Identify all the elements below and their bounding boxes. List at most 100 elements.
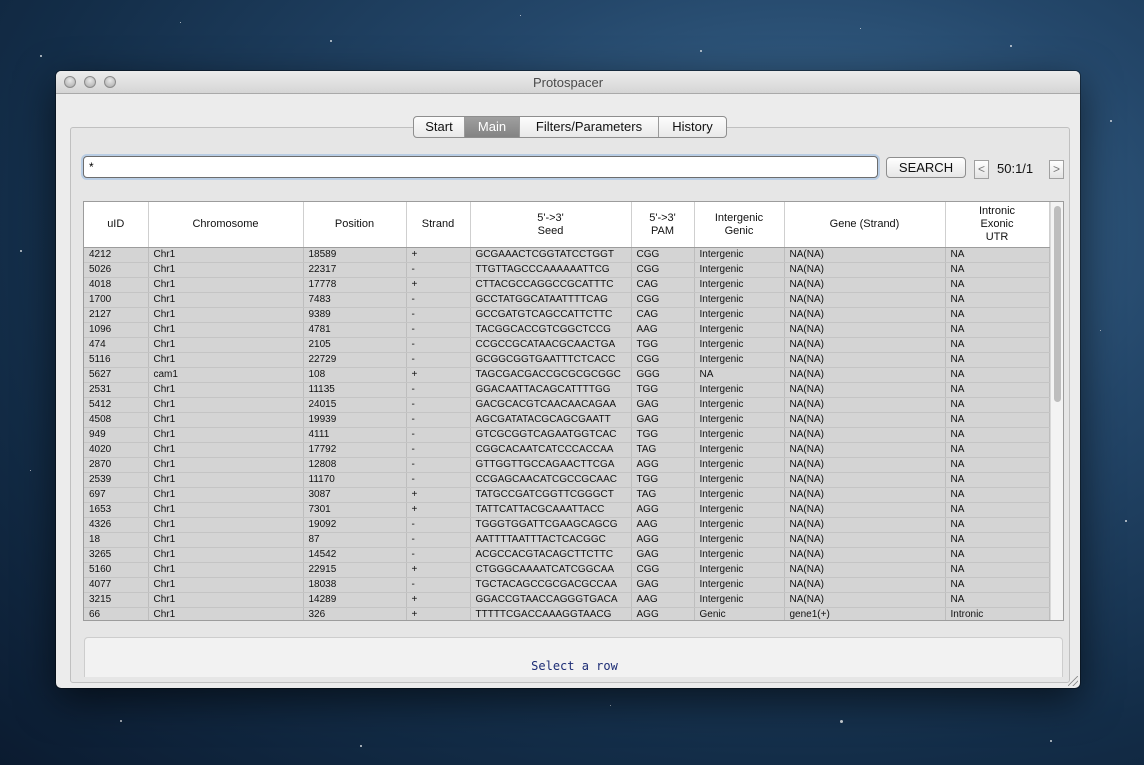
table-row[interactable]: 1653 Chr1 7301 + TATTCATTACGCAAATTACC AGG Inte… xyxy=(84,502,1050,518)
table-cell: GAG xyxy=(631,397,695,413)
table-cell: + xyxy=(406,277,471,293)
table-cell: cam1 xyxy=(148,367,304,383)
table-row[interactable]: 4212 Chr1 18589 + GCGAAACTCGGTATCCTGGT CGG Int… xyxy=(84,247,1050,263)
column-header-intergenic-genic[interactable]: Intergenic Genic xyxy=(694,202,785,248)
table-row[interactable]: 66 Chr1 326 + TTTTTCGACCAAAGGTAACG AGG Genic ge… xyxy=(84,607,1050,620)
table-cell: - xyxy=(406,412,471,428)
table-row[interactable]: 1096 Chr1 4781- TACGGCACCGTCGGCTCCG AAG Inter… xyxy=(84,322,1050,338)
table-cell: Chr1 xyxy=(148,247,304,263)
table-cell: 14542 xyxy=(303,547,407,563)
table-cell: NA xyxy=(945,262,1050,278)
details-panel: Select a row xyxy=(84,637,1063,677)
column-header-label: uID xyxy=(107,218,125,230)
table-cell: GAG xyxy=(631,577,695,593)
column-header-label: 5'->3' PAM xyxy=(649,211,676,237)
table-row[interactable]: 18 Chr1 87- AATTTTAATTTACTCACGGC AGG Intergen… xyxy=(84,532,1050,548)
table-cell: - xyxy=(406,322,471,338)
table-cell: Intergenic xyxy=(694,247,785,263)
table-row[interactable]: 5412 Chr1 24015- GACGCACGTCAACAACAGAA GAG Int… xyxy=(84,397,1050,413)
table-row[interactable]: 5026 Chr1 22317- TTGTTAGCCCAAAAAATTCG CGG Int… xyxy=(84,262,1050,278)
table-row[interactable]: 3265 Chr1 14542- ACGCCACGTACAGCTTCTTC GAG Int… xyxy=(84,547,1050,563)
column-header-pam[interactable]: 5'->3' PAM xyxy=(631,202,695,248)
table-row[interactable]: 2870 Chr1 12808- GTTGGTTGCCAGAACTTCGA AGG Int… xyxy=(84,457,1050,473)
tab-filters-parameters[interactable]: Filters/Parameters xyxy=(520,117,659,137)
table-cell: NA(NA) xyxy=(784,592,946,608)
table-cell: 17792 xyxy=(303,442,407,458)
table-cell: Chr1 xyxy=(148,547,304,563)
table-cell: TAG xyxy=(631,487,695,503)
table-cell: NA(NA) xyxy=(784,487,946,503)
table-row[interactable]: 5116 Chr1 22729- GCGGCGGTGAATTTCTCACC CGG Int… xyxy=(84,352,1050,368)
vertical-scrollbar[interactable] xyxy=(1050,202,1063,620)
table-cell: Chr1 xyxy=(148,427,304,443)
table-row[interactable]: 1700 Chr1 7483- GCCTATGGCATAATTTTCAG CGG Inte… xyxy=(84,292,1050,308)
table-cell: NA xyxy=(945,427,1050,443)
column-header-gene-strand[interactable]: Gene (Strand) xyxy=(784,202,946,248)
tab-main[interactable]: Main xyxy=(465,117,520,137)
search-button[interactable]: SEARCH xyxy=(886,157,966,178)
table-row[interactable]: 2531 Chr1 11135- GGACAATTACAGCATTTTGG TGG Int… xyxy=(84,382,1050,398)
table-cell: GAG xyxy=(631,547,695,563)
table-row[interactable]: 2539 Chr1 11170- CCGAGCAACATCGCCGCAAC TGG Int… xyxy=(84,472,1050,488)
table-cell: NA xyxy=(945,577,1050,593)
column-header-uid[interactable]: uID xyxy=(84,202,149,248)
table-cell: GACGCACGTCAACAACAGAA xyxy=(470,397,632,413)
tab-start[interactable]: Start xyxy=(414,117,465,137)
table-row[interactable]: 5160 Chr1 22915 + CTGGGCAAAATCATCGGCAA CGG Int… xyxy=(84,562,1050,578)
table-cell: + xyxy=(406,487,471,503)
previous-page-button[interactable]: < xyxy=(974,160,989,179)
column-header-label: Chromosome xyxy=(192,218,259,230)
table-cell: NA xyxy=(945,517,1050,533)
table-cell: Chr1 xyxy=(148,397,304,413)
column-header-chromosome[interactable]: Chromosome xyxy=(148,202,304,248)
search-input[interactable] xyxy=(83,156,878,178)
table-row[interactable]: 4020 Chr1 17792- CGGCACAATCATCCCACCAA TAG Int… xyxy=(84,442,1050,458)
table-cell: NA xyxy=(945,307,1050,323)
table-row[interactable]: 697 Chr1 3087 + TATGCCGATCGGTTCGGGCT TAG Inter… xyxy=(84,487,1050,503)
table-cell: Chr1 xyxy=(148,352,304,368)
table-cell: TATTCATTACGCAAATTACC xyxy=(470,502,632,518)
table-cell: 4781 xyxy=(303,322,407,338)
resize-grip[interactable] xyxy=(1068,676,1078,686)
table-cell: 5627 xyxy=(84,367,149,383)
table-row[interactable]: 2127 Chr1 9389- GCCGATGTCAGCCATTCTTC CAG Inte… xyxy=(84,307,1050,323)
table-cell: 697 xyxy=(84,487,149,503)
table-row[interactable]: 4077 Chr1 18038- TGCTACAGCCGCGACGCCAA GAG Int… xyxy=(84,577,1050,593)
table-cell: - xyxy=(406,292,471,308)
scrollbar-thumb[interactable] xyxy=(1054,206,1061,402)
table-cell: ACGCCACGTACAGCTTCTTC xyxy=(470,547,632,563)
column-header-position[interactable]: Position xyxy=(303,202,407,248)
table-cell: NA(NA) xyxy=(784,562,946,578)
table-row[interactable]: 4508 Chr1 19939- AGCGATATACGCAGCGAATT GAG Int… xyxy=(84,412,1050,428)
table-row[interactable]: 949 Chr1 4111- GTCGCGGTCAGAATGGTCAC TGG Inter… xyxy=(84,427,1050,443)
table-cell: 24015 xyxy=(303,397,407,413)
table-row[interactable]: 4018 Chr1 17778 + CTTACGCCAGGCCGCATTTC CAG Int… xyxy=(84,277,1050,293)
table-cell: NA xyxy=(945,547,1050,563)
table-cell: Intergenic xyxy=(694,382,785,398)
table-cell: 1653 xyxy=(84,502,149,518)
table-cell: NA xyxy=(945,592,1050,608)
tab-history[interactable]: History xyxy=(659,117,726,137)
table-row[interactable]: 3215 Chr1 14289 + GGACCGTAACCAGGGTGACA AAG Int… xyxy=(84,592,1050,608)
results-table: uID Chromosome Position Strand 5'->3' Se… xyxy=(84,202,1050,620)
column-header-intronic-exonic-utr[interactable]: Intronic Exonic UTR xyxy=(945,202,1050,248)
table-row[interactable]: 474 Chr1 2105- CCGCCGCATAACGCAACTGA TGG Inter… xyxy=(84,337,1050,353)
next-page-button[interactable]: > xyxy=(1049,160,1064,179)
table-cell: Chr1 xyxy=(148,517,304,533)
column-header-label: 5'->3' Seed xyxy=(537,211,564,237)
table-cell: - xyxy=(406,307,471,323)
table-cell: 22915 xyxy=(303,562,407,578)
table-row[interactable]: 4326 Chr1 19092- TGGGTGGATTCGAAGCAGCG AAG Int… xyxy=(84,517,1050,533)
column-header-seed[interactable]: 5'->3' Seed xyxy=(470,202,632,248)
table-cell: TGG xyxy=(631,427,695,443)
table-cell: TAG xyxy=(631,442,695,458)
table-cell: NA(NA) xyxy=(784,307,946,323)
table-cell: AAG xyxy=(631,322,695,338)
table-header-row: uID Chromosome Position Strand 5'->3' Se… xyxy=(84,202,1050,248)
table-cell: Intergenic xyxy=(694,532,785,548)
table-cell: 4111 xyxy=(303,427,407,443)
table-cell: NA(NA) xyxy=(784,397,946,413)
title-bar[interactable]: Protospacer xyxy=(56,71,1080,94)
table-row[interactable]: 5627 cam1 108 + TAGCGACGACCGCGCGCGGC GGG NA NA(… xyxy=(84,367,1050,383)
column-header-strand[interactable]: Strand xyxy=(406,202,471,248)
